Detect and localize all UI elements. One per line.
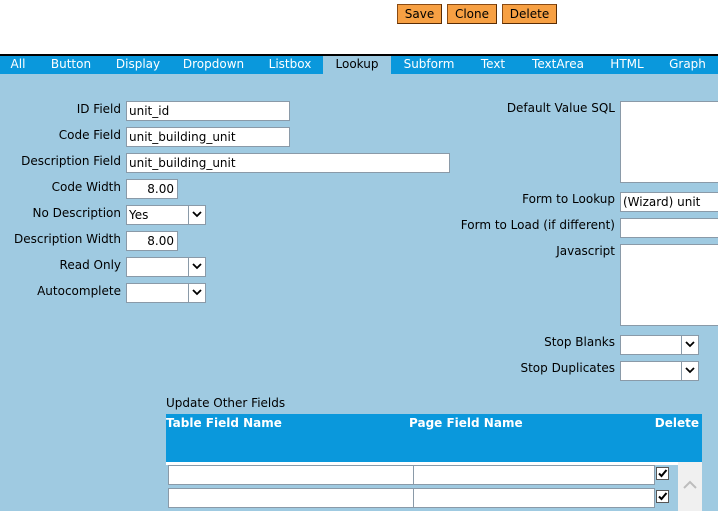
- grid-header: Table Field Name Page Field Name Delete: [166, 414, 702, 462]
- column-header-page-field: Page Field Name: [409, 416, 523, 430]
- id-field-label: ID Field: [76, 102, 121, 116]
- code-field-input[interactable]: unit_building_unit: [126, 127, 290, 147]
- autocomplete-label: Autocomplete: [37, 284, 121, 298]
- description-field-input[interactable]: unit_building_unit: [126, 153, 450, 173]
- form-to-lookup-input[interactable]: (Wizard) unit: [620, 192, 718, 212]
- chevron-down-icon[interactable]: [681, 336, 698, 354]
- tab-graph[interactable]: Graph: [657, 56, 718, 74]
- tab-bar: All Button Display Dropdown Listbox Look…: [0, 54, 718, 76]
- stop-duplicates-select[interactable]: [620, 361, 699, 381]
- tab-subform[interactable]: Subform: [391, 56, 467, 74]
- no-description-value: Yes: [129, 208, 149, 222]
- default-value-sql-label: Default Value SQL: [506, 101, 615, 115]
- stop-blanks-select[interactable]: [620, 335, 699, 355]
- chevron-down-icon[interactable]: [188, 284, 205, 302]
- form-to-lookup-label: Form to Lookup: [522, 192, 615, 206]
- javascript-textarea[interactable]: [620, 244, 718, 326]
- page-field-input[interactable]: [413, 488, 655, 508]
- form-to-load-input[interactable]: [620, 218, 718, 238]
- column-header-delete: Delete: [654, 416, 699, 430]
- default-value-sql-textarea[interactable]: [620, 101, 718, 183]
- chevron-down-icon[interactable]: [188, 258, 205, 276]
- code-field-label: Code Field: [58, 128, 121, 142]
- code-width-label: Code Width: [51, 180, 121, 194]
- top-toolbar: Save Clone Delete: [0, 0, 718, 54]
- update-other-fields-title: Update Other Fields: [166, 396, 286, 410]
- id-field-input[interactable]: unit_id: [126, 101, 290, 121]
- javascript-label: Javascript: [556, 244, 615, 258]
- page-field-input[interactable]: [413, 465, 655, 485]
- read-only-label: Read Only: [59, 258, 121, 272]
- tab-text[interactable]: Text: [467, 56, 519, 74]
- delete-checkbox[interactable]: [656, 467, 669, 480]
- table-field-input[interactable]: [168, 465, 414, 485]
- stop-blanks-label: Stop Blanks: [544, 335, 615, 349]
- tab-dropdown[interactable]: Dropdown: [170, 56, 257, 74]
- stop-duplicates-label: Stop Duplicates: [520, 361, 615, 375]
- tab-html[interactable]: HTML: [597, 56, 657, 74]
- tab-button[interactable]: Button: [36, 56, 106, 74]
- tab-listbox[interactable]: Listbox: [257, 56, 323, 74]
- clone-button[interactable]: Clone: [447, 4, 497, 24]
- no-description-select[interactable]: Yes: [126, 205, 206, 225]
- form-to-load-label: Form to Load (if different): [460, 218, 615, 232]
- autocomplete-select[interactable]: [126, 283, 206, 303]
- tab-display[interactable]: Display: [106, 56, 170, 74]
- chevron-down-icon[interactable]: [681, 362, 698, 380]
- tab-lookup[interactable]: Lookup: [323, 56, 391, 76]
- no-description-label: No Description: [32, 206, 121, 220]
- code-width-input[interactable]: 8.00: [126, 179, 178, 199]
- read-only-select[interactable]: [126, 257, 206, 277]
- description-field-label: Description Field: [21, 154, 121, 168]
- save-button[interactable]: Save: [397, 4, 442, 24]
- delete-button[interactable]: Delete: [502, 4, 557, 24]
- tab-all[interactable]: All: [0, 56, 36, 74]
- chevron-down-icon[interactable]: [188, 206, 205, 224]
- column-header-table-field: Table Field Name: [166, 416, 282, 430]
- delete-checkbox[interactable]: [656, 490, 669, 503]
- description-width-label: Description Width: [13, 232, 121, 246]
- grid-scrollbar[interactable]: [678, 462, 702, 511]
- description-width-input[interactable]: 8.00: [126, 231, 178, 251]
- tab-textarea[interactable]: TextArea: [519, 56, 597, 74]
- grid-body: [166, 462, 678, 511]
- chevron-up-icon[interactable]: [683, 480, 697, 489]
- table-field-input[interactable]: [168, 488, 414, 508]
